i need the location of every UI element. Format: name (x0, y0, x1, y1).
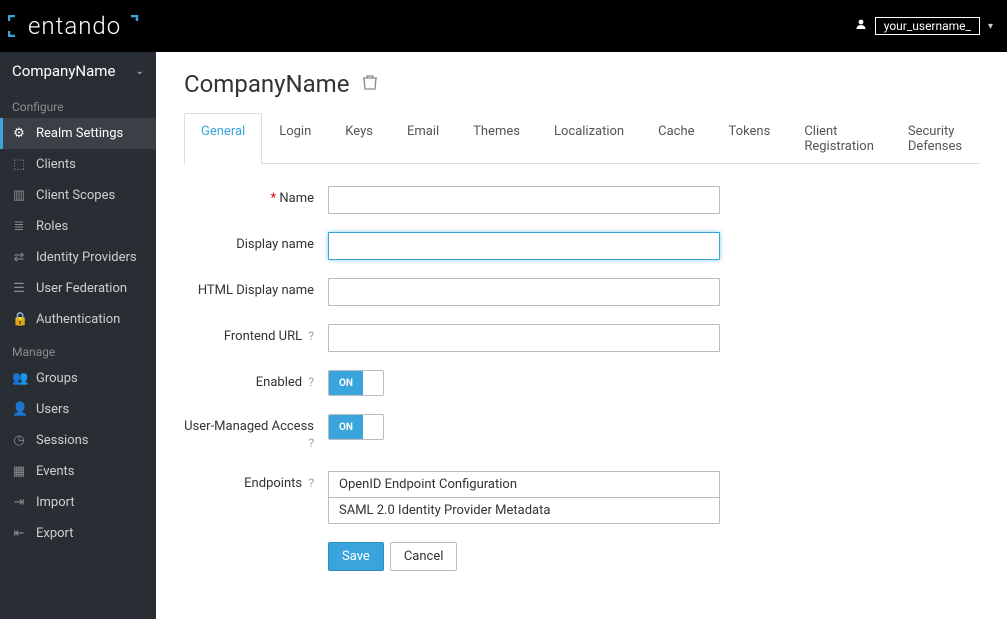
sidebar-item-authentication[interactable]: 🔒 Authentication (0, 304, 156, 335)
label-endpoints: Endpoints ? (184, 471, 328, 493)
sidebar-item-label: Sessions (36, 433, 89, 448)
chevron-down-icon: ⌄ (136, 66, 144, 77)
frontend-url-input[interactable] (328, 324, 720, 352)
sidebar-item-label: Realm Settings (36, 126, 123, 141)
tab-login[interactable]: Login (262, 113, 328, 164)
realm-selector[interactable]: CompanyName ⌄ (0, 52, 156, 90)
label-uma: User-Managed Access ? (184, 414, 328, 453)
label-enabled: Enabled ? (184, 370, 328, 392)
help-icon[interactable]: ? (308, 375, 314, 389)
list-icon: ≣ (12, 219, 26, 234)
toggle-on-label: ON (329, 415, 363, 439)
tab-security[interactable]: Security Defenses (891, 113, 979, 164)
endpoint-link[interactable]: SAML 2.0 Identity Provider Metadata (329, 497, 719, 523)
sidebar-item-identity-providers[interactable]: ⇄ Identity Providers (0, 242, 156, 273)
sidebar-item-label: Import (36, 495, 75, 510)
label-frontend-url: Frontend URL ? (184, 324, 328, 346)
chevron-down-icon: ▾ (988, 21, 993, 32)
sidebar-item-sessions[interactable]: ◷ Sessions (0, 425, 156, 456)
label-display-name: Display name (184, 232, 328, 254)
brand-logo: entando (8, 12, 139, 40)
main-content: CompanyName GeneralLoginKeysEmailThemesL… (156, 52, 1007, 619)
tab-themes[interactable]: Themes (456, 113, 537, 164)
endpoints-list: OpenID Endpoint ConfigurationSAML 2.0 Id… (328, 471, 720, 524)
sidebar-section-configure: Configure (0, 90, 156, 118)
help-icon[interactable]: ? (308, 436, 314, 450)
sidebar-item-label: Export (36, 526, 74, 541)
delete-realm-button[interactable] (363, 74, 377, 94)
lock-icon: 🔒 (12, 312, 26, 327)
exchange-icon: ⇄ (12, 250, 26, 265)
calendar-icon: ▦ (12, 464, 26, 479)
sidebar-item-events[interactable]: ▦ Events (0, 456, 156, 487)
import-icon: ⇥ (12, 495, 26, 510)
sidebar-item-roles[interactable]: ≣ Roles (0, 211, 156, 242)
cubes-icon: ▥ (12, 188, 26, 203)
realm-selector-label: CompanyName (12, 62, 115, 80)
sidebar-item-label: Users (36, 402, 69, 417)
tab-cache[interactable]: Cache (641, 113, 711, 164)
sidebar-item-label: User Federation (36, 281, 127, 296)
label-html-display-name: HTML Display name (184, 278, 328, 300)
sidebar-item-label: Groups (36, 371, 78, 386)
sidebar-item-label: Identity Providers (36, 250, 137, 265)
help-icon[interactable]: ? (308, 329, 314, 343)
page-title: CompanyName (184, 70, 349, 98)
user-menu[interactable]: your_username_ ▾ (855, 17, 993, 35)
tab-client-reg[interactable]: Client Registration (787, 113, 891, 164)
toggle-knob (363, 371, 383, 395)
toggle-knob (363, 415, 383, 439)
sidebar-item-realm-settings[interactable]: ⚙ Realm Settings (0, 118, 156, 149)
enabled-toggle[interactable]: ON (328, 370, 384, 396)
sidebar-item-user-federation[interactable]: ☰ User Federation (0, 273, 156, 304)
sidebar-item-label: Authentication (36, 312, 120, 327)
tab-email[interactable]: Email (390, 113, 456, 164)
sidebar-item-client-scopes[interactable]: ▥ Client Scopes (0, 180, 156, 211)
export-icon: ⇤ (12, 526, 26, 541)
cancel-button[interactable]: Cancel (390, 542, 458, 571)
tab-keys[interactable]: Keys (328, 113, 390, 164)
save-button[interactable]: Save (328, 542, 384, 571)
tab-general[interactable]: General (184, 113, 262, 164)
sidebar-item-label: Events (36, 464, 74, 479)
endpoint-link[interactable]: OpenID Endpoint Configuration (329, 472, 719, 497)
sidebar-item-import[interactable]: ⇥ Import (0, 487, 156, 518)
cube-icon: ⬚ (12, 157, 26, 172)
database-icon: ☰ (12, 281, 26, 296)
sidebar-item-label: Client Scopes (36, 188, 115, 203)
settings-form: * Name Display name HTML Display name Fr… (184, 186, 979, 571)
uma-toggle[interactable]: ON (328, 414, 384, 440)
sidebar-item-label: Clients (36, 157, 76, 172)
sidebar-item-export[interactable]: ⇤ Export (0, 518, 156, 549)
tab-localization[interactable]: Localization (537, 113, 641, 164)
users-icon: 👥 (12, 371, 26, 386)
username-box: your_username_ (875, 17, 980, 35)
sliders-icon: ⚙ (12, 126, 26, 141)
label-name: * Name (184, 186, 328, 208)
topbar: entando your_username_ ▾ (0, 0, 1007, 52)
brand-text: entando (28, 12, 121, 40)
sidebar-item-groups[interactable]: 👥 Groups (0, 363, 156, 394)
sidebar-section-manage: Manage (0, 335, 156, 363)
sidebar: CompanyName ⌄ Configure ⚙ Realm Settings ⬚ C… (0, 52, 156, 619)
clock-icon: ◷ (12, 433, 26, 448)
html-display-name-input[interactable] (328, 278, 720, 306)
tab-tokens[interactable]: Tokens (712, 113, 788, 164)
sidebar-item-clients[interactable]: ⬚ Clients (0, 149, 156, 180)
help-icon[interactable]: ? (308, 476, 314, 490)
user-icon: 👤 (12, 402, 26, 417)
display-name-input[interactable] (328, 232, 720, 260)
sidebar-item-users[interactable]: 👤 Users (0, 394, 156, 425)
toggle-on-label: ON (329, 371, 363, 395)
name-input[interactable] (328, 186, 720, 214)
user-icon (855, 18, 867, 34)
tabs: GeneralLoginKeysEmailThemesLocalizationC… (184, 112, 979, 164)
sidebar-item-label: Roles (36, 219, 68, 234)
